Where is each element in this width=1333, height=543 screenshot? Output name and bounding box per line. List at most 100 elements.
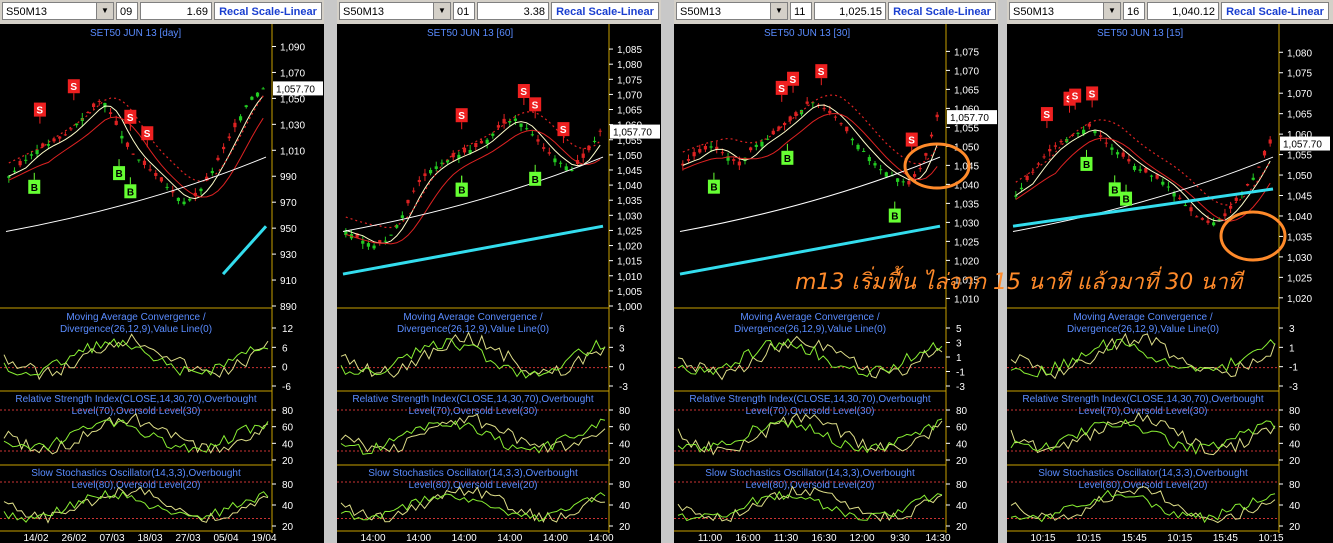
candle-body: [884, 172, 888, 177]
panel-separator[interactable]: [661, 0, 674, 543]
interval-code-field[interactable]: 16: [1123, 2, 1145, 20]
candle-body: [559, 162, 563, 164]
stoch-tick-label: 40: [1289, 501, 1301, 512]
macd-tick-label: -1: [1289, 363, 1298, 374]
scale-value-field[interactable]: 3.38: [477, 2, 549, 20]
buy-signal-label: B: [127, 187, 134, 198]
rsi-tick-label: 60: [1289, 423, 1301, 434]
macd-title-line1: Moving Average Convergence /: [1073, 312, 1213, 323]
sell-signal-label: S: [1072, 92, 1079, 103]
symbol-select[interactable]: S50M13 ▼: [339, 2, 451, 20]
chart-canvas: SET50 JUN 13 [day] 1,090 1,070 1,050 1,030 1,…: [0, 24, 323, 543]
time-axis-label: 26/02: [61, 533, 86, 543]
rsi-tick-label: 80: [619, 406, 631, 417]
candle-body: [1149, 175, 1154, 177]
panel-toolbar: S50M13 ▼ 16 1,040.12 Recal Scale-Linear: [1007, 0, 1333, 24]
macd-tick-label: 0: [282, 363, 288, 374]
price-tick-label: 1,050: [280, 94, 305, 105]
candle-body: [912, 174, 917, 177]
price-tick-label: 1,020: [617, 242, 642, 253]
price-tick-label: 1,030: [954, 218, 979, 229]
macd-tick-label: 3: [619, 343, 625, 354]
interval-code-field[interactable]: 01: [453, 2, 475, 20]
rsi-title-line2: Level(70),Oversold Level(30): [72, 406, 201, 417]
candle-body: [92, 103, 96, 108]
scale-value-field[interactable]: 1,040.12: [1147, 2, 1219, 20]
rsi-tick-label: 20: [282, 456, 294, 467]
symbol-select[interactable]: S50M13 ▼: [1009, 2, 1121, 20]
chevron-down-icon[interactable]: ▼: [433, 3, 450, 19]
rsi-title-line2: Level(70),Oversold Level(30): [1079, 406, 1208, 417]
price-tick-label: 1,080: [617, 60, 642, 71]
symbol-select[interactable]: S50M13 ▼: [676, 2, 788, 20]
symbol-select[interactable]: S50M13 ▼: [2, 2, 114, 20]
candle-body: [1206, 220, 1210, 223]
price-tick-label: 1,005: [617, 287, 642, 298]
stoch-title-line1: Slow Stochastics Oscillator(14,3,3),Over…: [1038, 468, 1248, 479]
candle-body: [188, 198, 192, 201]
rsi-tick-label: 40: [282, 439, 294, 450]
time-axis-label: 07/03: [99, 533, 124, 543]
chevron-down-icon[interactable]: ▼: [770, 3, 787, 19]
chevron-down-icon[interactable]: ▼: [96, 3, 113, 19]
scale-value-field[interactable]: 1.69: [140, 2, 212, 20]
chart-title: SET50 JUN 13 [day]: [90, 28, 181, 39]
candle-body: [114, 120, 118, 125]
candle-body: [1138, 169, 1142, 171]
last-price-label: 1,057.70: [950, 113, 989, 124]
candle-body: [703, 145, 708, 150]
price-tick-label: 950: [280, 224, 297, 235]
stoch-tick-label: 20: [1289, 522, 1301, 533]
rsi-title-line1: Relative Strength Index(CLOSE,14,30,70),…: [352, 394, 593, 405]
candle-body: [1076, 132, 1080, 134]
last-price-label: 1,057.70: [276, 84, 315, 95]
candle-body: [182, 201, 186, 205]
candle-body: [737, 161, 741, 166]
candle-body: [491, 133, 495, 136]
candle-body: [1172, 192, 1176, 197]
time-axis-label: 10:15: [1258, 533, 1283, 543]
candle-body: [1099, 135, 1103, 137]
recal-scale-button[interactable]: Recal Scale-Linear: [214, 2, 322, 20]
macd-line-2: [1010, 338, 1276, 378]
candle-body: [805, 101, 809, 104]
candle-body: [850, 138, 854, 141]
candle-body: [1195, 216, 1199, 218]
interval-code-field[interactable]: 09: [116, 2, 138, 20]
candle-body: [1031, 171, 1035, 173]
price-tick-label: 1,035: [1287, 232, 1312, 243]
sell-signal-label: S: [144, 129, 151, 140]
candle-body: [929, 134, 934, 137]
candle-body: [389, 234, 393, 236]
candle-body: [210, 171, 214, 174]
candle-body: [1178, 197, 1182, 199]
price-tick-label: 1,045: [617, 166, 642, 177]
recal-scale-button[interactable]: Recal Scale-Linear: [1221, 2, 1329, 20]
price-tick-label: 1,070: [1287, 89, 1312, 100]
sar-dotted-line: [1015, 119, 1271, 206]
price-tick-label: 1,040: [617, 181, 642, 192]
panel-separator[interactable]: [324, 0, 337, 543]
symbol-value: S50M13: [6, 6, 47, 18]
candle-body: [400, 215, 404, 219]
candle-body: [485, 139, 489, 144]
candle-body: [519, 123, 523, 127]
macd-tick-label: -6: [282, 382, 291, 393]
recal-scale-button[interactable]: Recal Scale-Linear: [888, 2, 996, 20]
scale-value-field[interactable]: 1,025.15: [814, 2, 886, 20]
rsi-tick-label: 80: [282, 406, 294, 417]
candle-body: [692, 152, 696, 157]
interval-code-field[interactable]: 11: [790, 2, 812, 20]
candle-body: [29, 154, 34, 156]
candle-body: [1229, 205, 1233, 209]
time-axis-label: 27/03: [175, 533, 200, 543]
candle-body: [238, 116, 243, 121]
recal-scale-button[interactable]: Recal Scale-Linear: [551, 2, 659, 20]
candle-body: [788, 116, 792, 121]
macd-tick-label: 0: [619, 363, 625, 374]
chevron-down-icon[interactable]: ▼: [1103, 3, 1120, 19]
price-tick-label: 1,070: [280, 68, 305, 79]
candle-body: [828, 110, 832, 113]
macd-tick-label: 5: [956, 324, 962, 335]
candle-body: [760, 141, 764, 147]
